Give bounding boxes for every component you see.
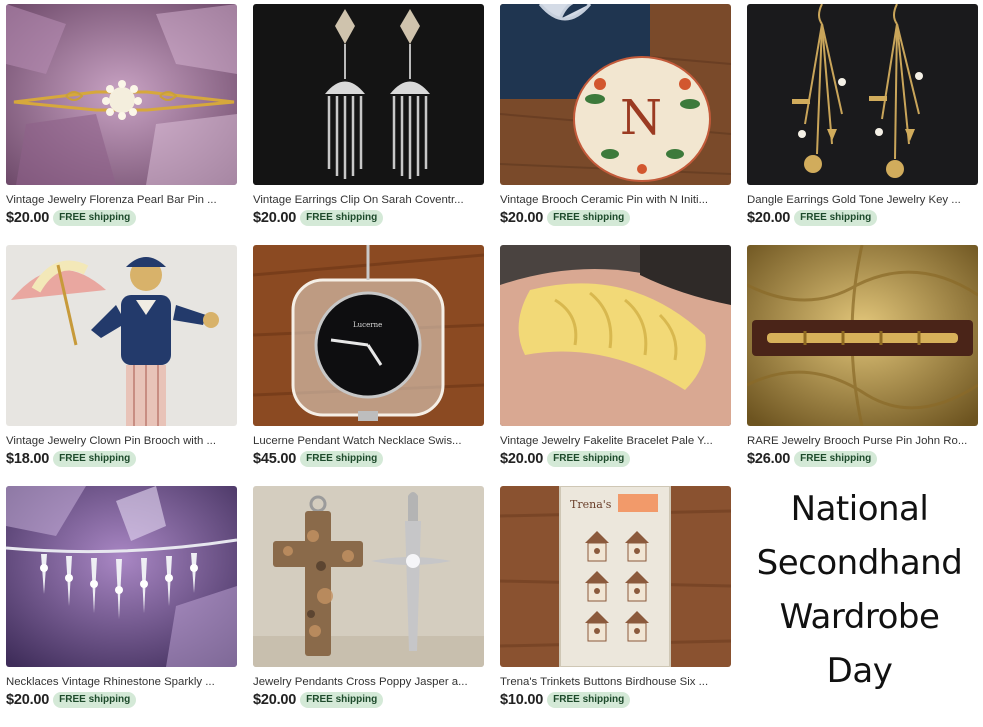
listing-image[interactable] [747,4,978,185]
listing-card[interactable]: Vintage Earrings Clip On Sarah Coventr..… [253,4,484,245]
listing-card[interactable]: Trena's Trena's Trinkets Buttons Birdhou… [500,486,731,727]
free-shipping-badge: FREE shipping [53,210,137,226]
listing-card[interactable]: Vintage Jewelry Fakelite Bracelet Pale Y… [500,245,731,486]
price-row: $20.00 FREE shipping [500,209,731,227]
free-shipping-badge: FREE shipping [300,692,384,708]
listing-title[interactable]: Vintage Brooch Ceramic Pin with N Initi.… [500,193,731,207]
free-shipping-badge: FREE shipping [547,210,631,226]
free-shipping-badge: FREE shipping [547,692,631,708]
listing-price: $20.00 [500,451,544,467]
price-row: $26.00 FREE shipping [747,450,978,468]
listing-price: $20.00 [747,210,791,226]
listing-card[interactable]: RARE Jewelry Brooch Purse Pin John Ro...… [747,245,978,486]
free-shipping-badge: FREE shipping [794,210,878,226]
listing-image[interactable]: N [500,4,731,185]
listing-title[interactable]: Trena's Trinkets Buttons Birdhouse Six .… [500,675,731,689]
promo-heading: National Secondhand Wardrobe Day [742,482,977,692]
free-shipping-badge: FREE shipping [53,451,137,467]
listing-title[interactable]: Lucerne Pendant Watch Necklace Swis... [253,434,484,448]
free-shipping-badge: FREE shipping [300,210,384,226]
svg-text:Lucerne: Lucerne [353,321,382,329]
listing-image[interactable] [6,245,237,426]
listing-card[interactable]: Vintage Jewelry Clown Pin Brooch with ..… [6,245,237,486]
listing-price: $45.00 [253,451,297,467]
listing-image[interactable] [500,245,731,426]
listing-title[interactable]: RARE Jewelry Brooch Purse Pin John Ro... [747,434,978,448]
listing-card[interactable]: Jewelry Pendants Cross Poppy Jasper a...… [253,486,484,727]
listing-title[interactable]: Vintage Jewelry Clown Pin Brooch with ..… [6,434,237,448]
listing-price: $18.00 [6,451,50,467]
listing-image[interactable] [747,245,978,426]
listing-card[interactable]: Vintage Jewelry Florenza Pearl Bar Pin .… [6,4,237,245]
listing-card[interactable]: N Vintage Brooch Ceramic Pin with N Init… [500,4,731,245]
price-row: $10.00 FREE shipping [500,691,731,709]
listing-image[interactable]: Trena's [500,486,731,667]
listing-title[interactable]: Dangle Earrings Gold Tone Jewelry Key ..… [747,193,978,207]
listing-price: $26.00 [747,451,791,467]
listing-price: $20.00 [6,210,50,226]
svg-text:N: N [620,90,662,146]
free-shipping-badge: FREE shipping [794,451,878,467]
listing-price: $20.00 [253,692,297,708]
free-shipping-badge: FREE shipping [53,692,137,708]
listing-price: $20.00 [6,692,50,708]
listing-price: $20.00 [253,210,297,226]
listing-card[interactable]: Dangle Earrings Gold Tone Jewelry Key ..… [747,4,978,245]
promo-line: Secondhand [756,543,963,583]
listing-title[interactable]: Necklaces Vintage Rhinestone Sparkly ... [6,675,237,689]
listing-image[interactable]: Lucerne [253,245,484,426]
listing-image[interactable] [6,4,237,185]
price-row: $20.00 FREE shipping [500,450,731,468]
price-row: $20.00 FREE shipping [747,209,978,227]
svg-text:Trena's: Trena's [570,498,612,511]
listing-image[interactable] [253,486,484,667]
listing-card[interactable]: Necklaces Vintage Rhinestone Sparkly ...… [6,486,237,727]
listing-title[interactable]: Vintage Earrings Clip On Sarah Coventr..… [253,193,484,207]
listing-title[interactable]: Vintage Jewelry Florenza Pearl Bar Pin .… [6,193,237,207]
listing-title[interactable]: Jewelry Pendants Cross Poppy Jasper a... [253,675,484,689]
listing-card[interactable]: Lucerne Lucerne Pendant Watch Necklace S… [253,245,484,486]
price-row: $20.00 FREE shipping [253,209,484,227]
listing-image[interactable] [253,4,484,185]
listing-price: $20.00 [500,210,544,226]
price-row: $45.00 FREE shipping [253,450,484,468]
listing-price: $10.00 [500,692,544,708]
price-row: $20.00 FREE shipping [6,209,237,227]
listing-image[interactable] [6,486,237,667]
price-row: $20.00 FREE shipping [253,691,484,709]
price-row: $20.00 FREE shipping [6,691,237,709]
free-shipping-badge: FREE shipping [300,451,384,467]
promo-line: Day [826,651,893,691]
free-shipping-badge: FREE shipping [547,451,631,467]
promo-line: Wardrobe [779,597,940,637]
promo-line: National [790,489,929,529]
listing-title[interactable]: Vintage Jewelry Fakelite Bracelet Pale Y… [500,434,731,448]
price-row: $18.00 FREE shipping [6,450,237,468]
